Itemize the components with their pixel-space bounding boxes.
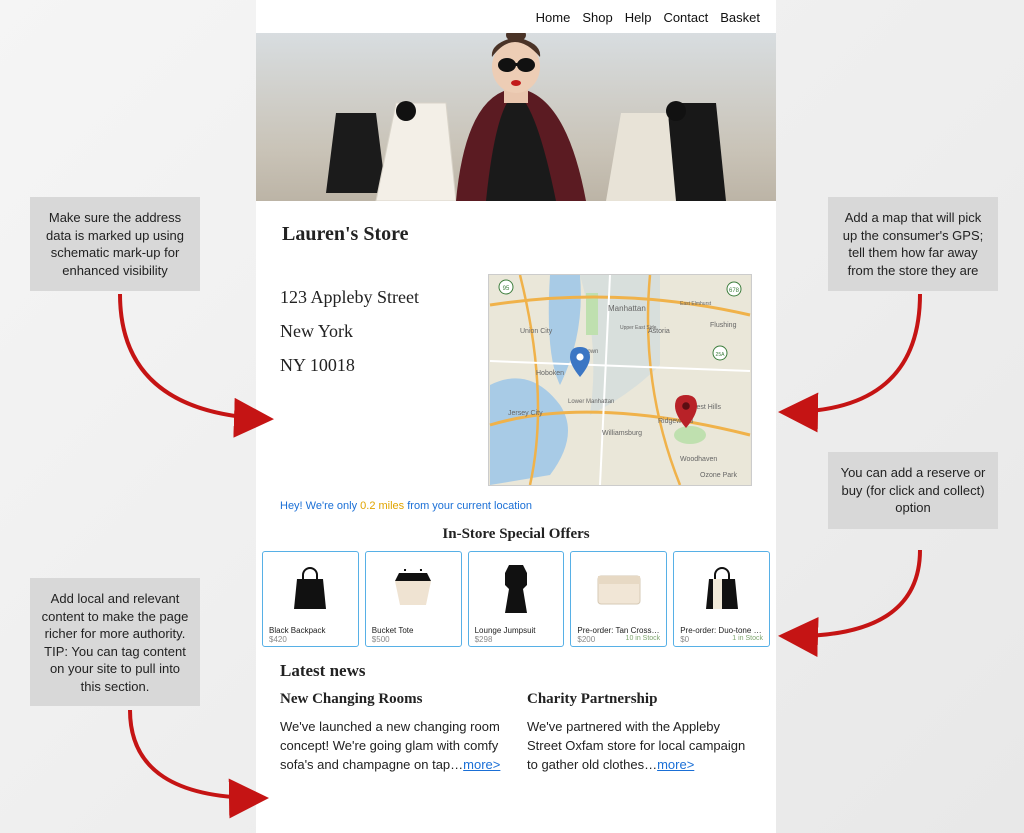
- nav-shop[interactable]: Shop: [582, 10, 612, 25]
- annotation-local-content: Add local and relevant content to make t…: [30, 578, 200, 706]
- product-card[interactable]: Black Backpack $420: [262, 551, 359, 647]
- product-price: $500: [372, 635, 455, 644]
- news-item: Charity Partnership We've partnered with…: [527, 687, 752, 775]
- news-body: We've partnered with the Appleby Street …: [527, 719, 745, 772]
- address-city: New York: [280, 314, 470, 348]
- store-address: 123 Appleby Street New York NY 10018: [280, 280, 470, 486]
- diagram-stage: Home Shop Help Contact Basket: [0, 0, 1024, 833]
- product-name: Pre-order: Tan Crossbody: [577, 626, 660, 635]
- svg-text:Ozone Park: Ozone Park: [700, 472, 737, 479]
- nav-basket[interactable]: Basket: [720, 10, 760, 25]
- distance-suffix: from your current location: [404, 500, 532, 512]
- product-card[interactable]: Pre-order: Duo-tone Bac… $0 1 in Stock: [673, 551, 770, 647]
- svg-text:Jersey City: Jersey City: [508, 410, 543, 417]
- arrow-icon: [770, 540, 940, 665]
- svg-text:Hoboken: Hoboken: [536, 370, 564, 377]
- product-image-icon: [577, 558, 660, 620]
- svg-text:Woodhaven: Woodhaven: [680, 456, 717, 463]
- product-card[interactable]: Lounge Jumpsuit $298: [468, 551, 565, 647]
- hero-image: [256, 33, 776, 201]
- nav-home[interactable]: Home: [536, 10, 571, 25]
- distance-prefix: Hey! We're only: [280, 500, 360, 512]
- product-name: Pre-order: Duo-tone Bac…: [680, 626, 763, 635]
- arrow-icon: [770, 284, 940, 439]
- svg-text:95: 95: [503, 286, 510, 292]
- nav-contact[interactable]: Contact: [663, 10, 708, 25]
- product-stock: 1 in Stock: [680, 635, 763, 642]
- product-card[interactable]: Pre-order: Tan Crossbody $200 10 in Stoc…: [570, 551, 667, 647]
- offers-row: Black Backpack $420 Bucket Tote $500 Lou…: [256, 551, 776, 647]
- svg-text:25A: 25A: [716, 352, 726, 358]
- product-image-icon: [680, 558, 763, 620]
- distance-value: 0.2 miles: [360, 500, 404, 512]
- news-more-link[interactable]: more>: [657, 757, 694, 772]
- address-zip: NY 10018: [280, 348, 470, 382]
- product-image-icon: [475, 558, 558, 620]
- news-title: Charity Partnership: [527, 691, 752, 708]
- news-title: New Changing Rooms: [280, 691, 505, 708]
- product-name: Black Backpack: [269, 626, 352, 635]
- product-card[interactable]: Bucket Tote $500: [365, 551, 462, 647]
- news-item: New Changing Rooms We've launched a new …: [280, 687, 505, 775]
- product-name: Bucket Tote: [372, 626, 455, 635]
- svg-text:678: 678: [729, 288, 740, 294]
- svg-text:Williamsburg: Williamsburg: [602, 430, 642, 437]
- svg-text:Union City: Union City: [520, 328, 553, 335]
- product-image-icon: [269, 558, 352, 620]
- store-name: Lauren's Store: [282, 223, 752, 246]
- website-mockup: Home Shop Help Contact Basket: [256, 0, 776, 833]
- top-nav: Home Shop Help Contact Basket: [256, 0, 776, 33]
- svg-text:Lower Manhattan: Lower Manhattan: [568, 399, 614, 405]
- annotation-reserve-buy: You can add a reserve or buy (for click …: [828, 452, 998, 529]
- annotation-map-gps: Add a map that will pick up the consumer…: [828, 197, 998, 291]
- product-price: $298: [475, 635, 558, 644]
- product-price: $420: [269, 635, 352, 644]
- address-line-1: 123 Appleby Street: [280, 280, 470, 314]
- news-heading: Latest news: [280, 661, 752, 681]
- svg-text:Upper East Side: Upper East Side: [620, 325, 657, 331]
- nav-help[interactable]: Help: [625, 10, 652, 25]
- distance-message: Hey! We're only 0.2 miles from your curr…: [280, 500, 752, 512]
- svg-text:Manhattan: Manhattan: [608, 304, 646, 313]
- product-name: Lounge Jumpsuit: [475, 626, 558, 635]
- store-map[interactable]: 95 678 25A Manhattan Union City Hoboken …: [488, 274, 752, 486]
- svg-text:Flushing: Flushing: [710, 322, 737, 329]
- product-image-icon: [372, 558, 455, 620]
- svg-text:East Elmhurst: East Elmhurst: [680, 301, 712, 307]
- annotation-address-markup: Make sure the address data is marked up …: [30, 197, 200, 291]
- offers-heading: In-Store Special Offers: [256, 526, 776, 543]
- news-more-link[interactable]: more>: [463, 757, 500, 772]
